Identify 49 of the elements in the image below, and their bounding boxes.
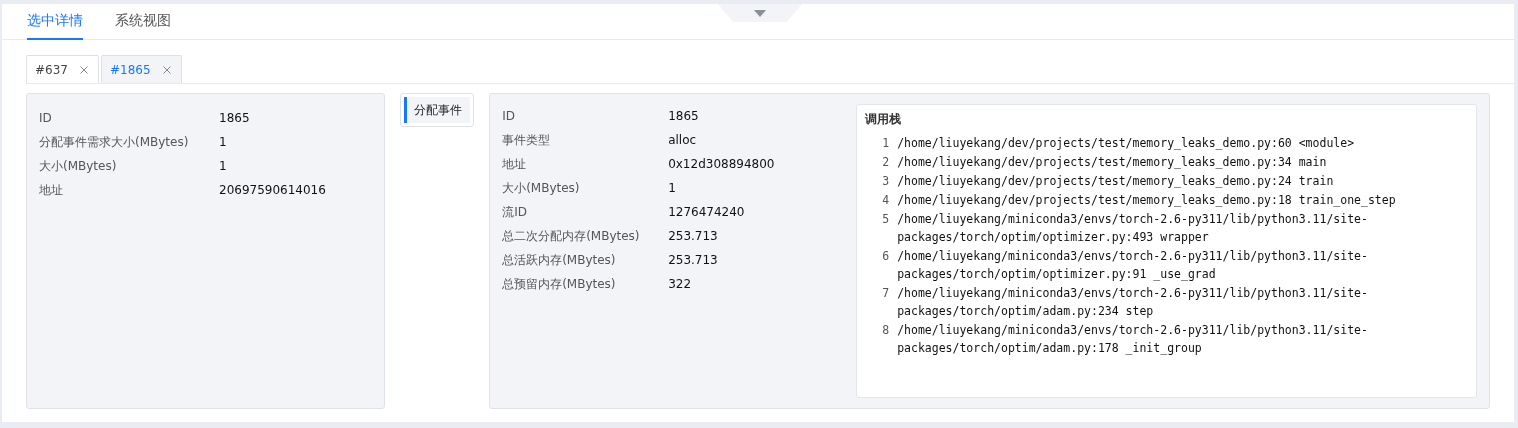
- field-label: 地址: [502, 155, 528, 173]
- field-label: 分配事件需求大小(MBytes): [39, 133, 190, 151]
- field-value: 1: [668, 181, 676, 195]
- field-label: ID: [502, 109, 516, 123]
- line-number: 6: [881, 248, 890, 265]
- stack-frame: /home/liuyekang/miniconda3/envs/torch-2.6-py311/lib/python3.11/site-packages/torch/optim/optimizer.py:91 _use_grad: [897, 247, 1413, 283]
- field-value: 0x12d308894800: [668, 157, 775, 171]
- nav-item[interactable]: 分配事件: [404, 97, 471, 123]
- line-number: 2: [881, 154, 890, 171]
- line-number: 5: [881, 211, 890, 228]
- stack-frame: /home/liuyekang/dev/projects/test/memory_leaks_demo.py:18 train_one_step: [897, 191, 1396, 209]
- field-label: 总二次分配内存(MBytes): [502, 227, 641, 245]
- caret-icon: [754, 9, 766, 17]
- stack-frame: /home/liuyekang/miniconda3/envs/torch-2.6-py311/lib/python3.11/site-packages/torch/optim/adam.py:178 _init_group: [897, 321, 1413, 357]
- field-value: 20697590614016: [219, 183, 326, 197]
- stack-frame: /home/liuyekang/miniconda3/envs/torch-2.6-py311/lib/python3.11/site-packages/torch/optim/adam.py:234 step: [897, 284, 1413, 320]
- field-label: 大小(MBytes): [502, 179, 581, 197]
- field-label: 地址: [39, 181, 64, 199]
- field-value: 253.713: [668, 229, 718, 243]
- tab[interactable]: 选中详情: [27, 4, 83, 40]
- field-label: ID: [39, 111, 53, 125]
- line-number: 3: [881, 173, 890, 190]
- field-label: 事件类型: [502, 131, 552, 149]
- line-number: 8: [881, 322, 890, 339]
- item-tab[interactable]: #1865: [100, 55, 182, 83]
- call-stack-title: 调用栈: [865, 111, 903, 128]
- field-label: 总活跃内存(MBytes): [502, 251, 617, 269]
- item-tab[interactable]: #637: [26, 55, 99, 83]
- stack-frame: /home/liuyekang/dev/projects/test/memory_leaks_demo.py:24 train: [897, 172, 1334, 190]
- stack-frame: /home/liuyekang/miniconda3/envs/torch-2.6-py311/lib/python3.11/site-packages/torch/optim/optimizer.py:493 wrapper: [897, 210, 1413, 246]
- field-label: 总预留内存(MBytes): [502, 275, 617, 293]
- stack-frame: /home/liuyekang/dev/projects/test/memory_leaks_demo.py:34 main: [897, 153, 1327, 171]
- close-icon[interactable]: [162, 65, 171, 74]
- line-number: 7: [881, 285, 890, 302]
- line-number: 1: [881, 135, 890, 152]
- close-icon[interactable]: [79, 65, 88, 74]
- field-value: 1865: [219, 111, 250, 125]
- field-value: 253.713: [668, 253, 718, 267]
- field-value: 1865: [668, 109, 699, 123]
- field-label: 大小(MBytes): [39, 157, 118, 175]
- stack-frame: /home/liuyekang/dev/projects/test/memory_leaks_demo.py:60 <module>: [897, 134, 1355, 152]
- field-value: 1: [219, 135, 227, 149]
- line-number: 4: [881, 192, 890, 209]
- field-value: 1276474240: [668, 205, 745, 219]
- field-value: 1: [219, 159, 227, 173]
- field-label: 流ID: [502, 203, 528, 221]
- field-value: alloc: [668, 133, 697, 147]
- tab[interactable]: 系统视图: [115, 4, 171, 40]
- field-value: 322: [668, 277, 692, 291]
